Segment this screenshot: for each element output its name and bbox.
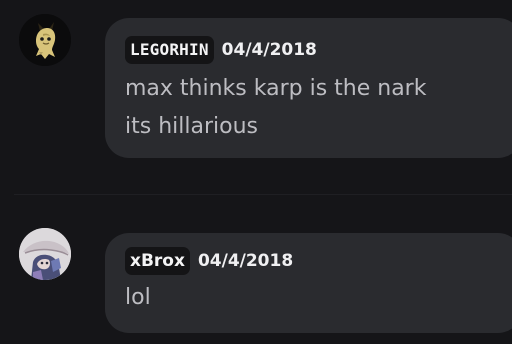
chat-message: xBrox 04/4/2018 lol — [0, 196, 512, 344]
user-avatar[interactable] — [19, 14, 71, 66]
message-text: lol — [125, 279, 151, 317]
username[interactable]: xBrox — [125, 247, 190, 275]
chat-message: LEGORHIN 04/4/2018 max thinks karp is th… — [0, 0, 512, 175]
username[interactable]: LEGORHIN — [125, 36, 214, 64]
character-avatar-icon — [19, 228, 71, 280]
message-header: xBrox 04/4/2018 — [125, 247, 293, 275]
chat-feed: LEGORHIN 04/4/2018 max thinks karp is th… — [0, 0, 512, 344]
message-header: LEGORHIN 04/4/2018 — [125, 36, 317, 64]
ghost-creature-avatar-icon — [19, 14, 71, 66]
message-text: max thinks karp is the nark its hillario… — [125, 70, 426, 146]
message-bubble: LEGORHIN 04/4/2018 max thinks karp is th… — [105, 18, 512, 158]
message-line: lol — [125, 285, 151, 310]
user-avatar[interactable] — [19, 228, 71, 280]
timestamp: 04/4/2018 — [221, 40, 317, 60]
message-divider — [14, 194, 512, 195]
message-line: its hillarious — [125, 114, 258, 139]
message-bubble: xBrox 04/4/2018 lol — [105, 233, 512, 333]
timestamp: 04/4/2018 — [197, 251, 294, 271]
message-line: max thinks karp is the nark — [125, 76, 427, 101]
